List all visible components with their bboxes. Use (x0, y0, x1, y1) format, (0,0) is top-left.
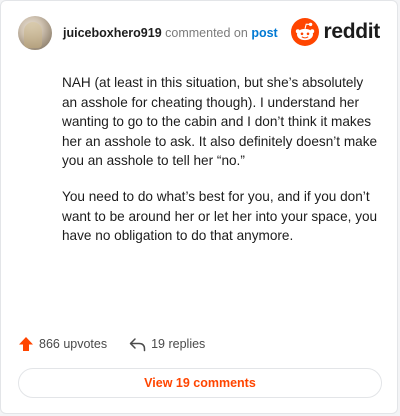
upvote-count: 866 upvotes (39, 337, 108, 351)
comment-header: juiceboxhero919 commented on post reddit (18, 15, 380, 51)
view-comments-button[interactable]: View 19 comments (18, 368, 382, 398)
action-text: commented on (165, 26, 248, 40)
reply-count: 19 replies (151, 337, 206, 351)
upvote-arrow-icon (19, 337, 33, 351)
upvote-stat[interactable]: 866 upvotes (18, 336, 107, 352)
post-link[interactable]: post (251, 26, 277, 40)
comment-card: juiceboxhero919 commented on post reddit… (0, 0, 398, 414)
byline: juiceboxhero919 commented on post (63, 26, 278, 41)
reply-stat[interactable]: 19 replies (129, 337, 205, 352)
comment-paragraph: You need to do what’s best for you, and … (62, 188, 378, 244)
reddit-logo[interactable]: reddit (291, 18, 380, 46)
comment-body: NAH (at least in this situation, but she… (62, 73, 382, 262)
comment-paragraph: NAH (at least in this situation, but she… (62, 75, 378, 169)
username[interactable]: juiceboxhero919 (63, 26, 162, 40)
reply-arrow-icon (129, 337, 146, 351)
avatar-image (24, 22, 42, 48)
reddit-snoo-icon (291, 18, 320, 46)
avatar[interactable] (18, 16, 52, 50)
comment-footer: 866 upvotes 19 replies (18, 333, 205, 355)
brand-name: reddit (323, 20, 380, 43)
